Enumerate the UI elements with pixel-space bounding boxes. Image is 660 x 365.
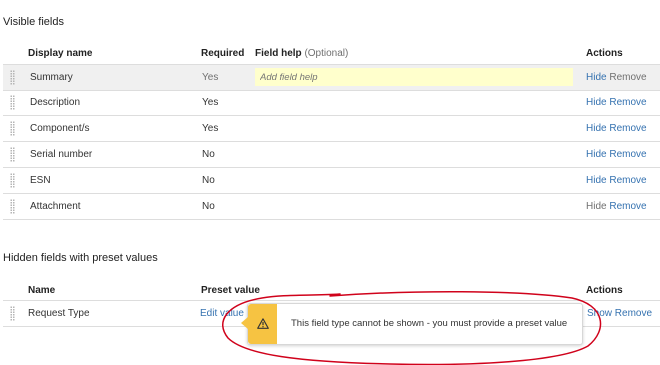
remove-link[interactable]: Remove [609,123,646,134]
row-actions: Hide Remove [586,168,647,193]
field-name: Summary [30,72,73,83]
table-row-summary[interactable]: Summary Yes Hide Remove [3,64,660,91]
field-name: Serial number [30,149,93,160]
table-row-components[interactable]: Component/s Yes Hide Remove [3,116,660,142]
field-help-label: Field help [255,48,302,59]
column-header-required: Required [201,48,245,59]
hide-link[interactable]: Hide [586,175,607,186]
warning-icon [257,318,269,329]
row-actions: Hide Remove [586,116,647,141]
tooltip-arrow [241,317,248,329]
table-row-serial-number[interactable]: Serial number No Hide Remove [3,142,660,168]
field-name: Attachment [30,201,81,212]
remove-link[interactable]: Remove [609,175,646,186]
row-actions: Hide Remove [586,194,647,219]
field-name: ESN [30,175,51,186]
hidden-fields-title: Hidden fields with preset values [3,252,158,264]
table-row-attachment[interactable]: Attachment No Hide Remove [3,194,660,220]
remove-link[interactable]: Remove [609,72,646,83]
drag-handle-icon[interactable] [10,95,15,110]
hide-link[interactable]: Hide [586,72,607,83]
hide-link[interactable]: Hide [586,123,607,134]
drag-handle-icon[interactable] [10,121,15,136]
show-link[interactable]: Show [587,308,612,319]
hide-link[interactable]: Hide [586,97,607,108]
remove-link[interactable]: Remove [615,308,652,319]
required-value: Yes [202,97,219,108]
column-header-actions: Actions [586,48,623,59]
column-header-display-name: Display name [28,48,93,59]
edit-value-link[interactable]: Edit value [200,301,244,326]
table-row-esn[interactable]: ESN No Hide Remove [3,168,660,194]
column-header-actions: Actions [586,285,623,296]
required-value: No [202,149,215,160]
hide-link[interactable]: Hide [586,149,607,160]
remove-link[interactable]: Remove [609,149,646,160]
required-value: Yes [202,123,219,134]
visible-fields-title: Visible fields [3,16,64,28]
remove-link[interactable]: Remove [609,201,646,212]
remove-link[interactable]: Remove [609,97,646,108]
field-name: Request Type [28,308,90,319]
column-header-preset-value: Preset value [201,285,260,296]
field-help-input[interactable] [255,68,573,86]
warning-tooltip: This field type cannot be shown - you mu… [241,303,583,345]
field-name: Description [30,97,81,108]
required-value: Yes [202,72,219,83]
drag-handle-icon[interactable] [10,173,15,188]
drag-handle-icon[interactable] [10,147,15,162]
optional-label: (Optional) [304,48,349,59]
drag-handle-icon[interactable] [10,70,15,85]
hide-link[interactable]: Hide [586,201,607,212]
column-header-field-help: Field help (Optional) [255,48,348,59]
tooltip-message: This field type cannot be shown - you mu… [291,318,568,329]
required-value: No [202,175,215,186]
drag-handle-icon[interactable] [10,306,15,321]
row-actions: Show Remove [587,301,652,326]
required-value: No [202,201,215,212]
row-actions: Hide Remove [586,142,647,167]
field-name: Component/s [30,123,90,134]
drag-handle-icon[interactable] [10,199,15,214]
row-actions: Hide Remove [586,65,647,90]
column-header-name: Name [28,285,56,296]
tooltip-accent-bar [248,304,277,344]
table-row-description[interactable]: Description Yes Hide Remove [3,90,660,116]
row-actions: Hide Remove [586,90,647,115]
